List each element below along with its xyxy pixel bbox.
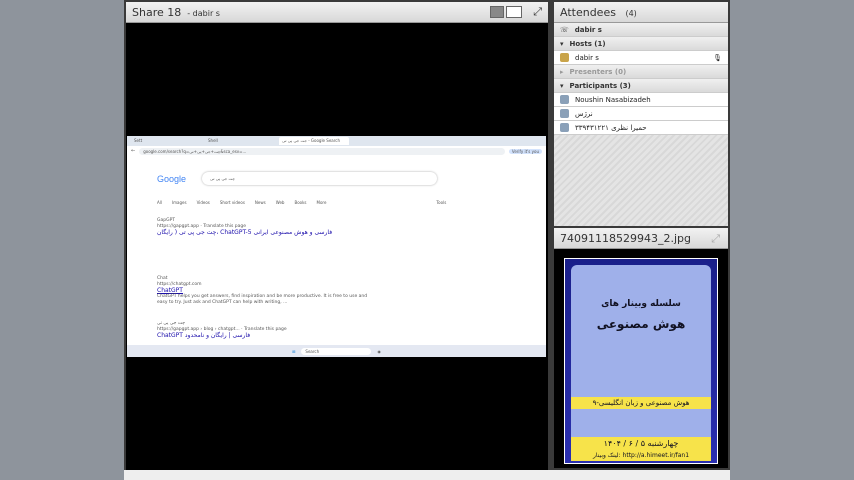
fullscreen-icon[interactable]: ⤢	[533, 5, 542, 19]
actual-size-button[interactable]	[506, 6, 522, 18]
result-title: چت جی پی تی ( رایگان، ChatGPT-5 فارسی و …	[157, 229, 333, 236]
meeting-room: Share 18 - dabir s ⤢ Sett Shell جت جی پی …	[124, 0, 730, 480]
expand-icon: ▾	[560, 39, 564, 48]
attendee-row[interactable]: نرژس	[554, 107, 728, 121]
taskbar: ⊞ Search ◉	[127, 345, 546, 357]
verify-badge: Verify it's you	[508, 148, 542, 154]
google-logo: Google	[157, 174, 187, 184]
my-status[interactable]: ☏ dabir s	[554, 23, 728, 37]
attendees-pod: Attendees (4) ☏ dabir s ▾ Hosts (1) dabir …	[554, 2, 728, 226]
chrome-icon: ◉	[377, 348, 381, 354]
share-pod-header: Share 18 - dabir s ⤢	[126, 2, 548, 23]
browser-tab: Shell	[208, 138, 218, 143]
my-name: dabir s	[574, 25, 602, 34]
search-tab: Short videos	[219, 200, 245, 205]
browser-tab: Sett	[134, 138, 143, 143]
participant-icon	[560, 95, 569, 104]
fit-view-button[interactable]	[490, 6, 504, 18]
attendee-row[interactable]: Noushin Nasabizadeh	[554, 93, 728, 107]
shared-screen: Sett Shell جت جی پی تی - Google Search ←…	[127, 136, 546, 357]
attendee-row[interactable]: ۳۳۹۴۳۱۲۲۱ حمیرا نظری	[554, 121, 728, 135]
address-bar: google.com/search?q=چت+جی+پی+تی&sca_esv=…	[139, 147, 505, 155]
search-tab: Web	[275, 200, 285, 205]
participant-icon	[560, 109, 569, 118]
search-tab: Videos	[196, 200, 210, 205]
attendees-count: (4)	[625, 9, 637, 18]
presenter-name: - dabir s	[187, 9, 220, 18]
search-tab: Tools	[436, 200, 447, 205]
poster-highlight: ۹-هوش مصنوعی و زبان انگلیسی	[571, 397, 711, 409]
poster-link: لینک وبینار: http://a.himeet.ir/fan1	[571, 450, 711, 461]
webinar-poster: سلسله وبینار های هوش مصنوعی ۹-هوش مصنوعی…	[564, 258, 718, 464]
participants-group[interactable]: ▾ Participants (3)	[554, 79, 728, 93]
presenters-label: Presenters (0)	[569, 67, 627, 76]
file-pod-header: 74091118529943_2.jpg ⤢	[554, 228, 728, 249]
google-search-box: چت جی پی تی	[202, 172, 437, 185]
result-snippet: ChatGPT helps you get answers, find insp…	[157, 294, 368, 305]
browser-tab-active: جت جی پی تی - Google Search	[279, 137, 349, 145]
attendee-name: ۳۳۹۴۳۱۲۲۱ حمیرا نظری	[575, 123, 647, 132]
poster-date: چهارشنبه ۵ / ۶ / ۱۴۰۴	[571, 437, 711, 450]
back-icon: ←	[131, 148, 136, 154]
attendees-header: Attendees (4)	[554, 2, 728, 23]
fullscreen-icon[interactable]: ⤢	[711, 232, 720, 246]
attendees-title: Attendees	[560, 6, 616, 19]
search-result: Chat https://chatgpt.com ChatGPT ChatGPT…	[157, 276, 377, 306]
hosts-label: Hosts (1)	[569, 39, 606, 48]
file-pod: 74091118529943_2.jpg ⤢ سلسله وبینار های ه…	[554, 228, 728, 468]
attendee-name: نرژس	[575, 109, 593, 118]
translate-link: Translate this page	[243, 327, 287, 332]
search-result: GapGPT https://gapgpt.app · Translate th…	[157, 218, 333, 236]
bottom-bar	[124, 470, 730, 480]
result-title: ChatGPT فارسی | رایگان و نامحدود	[157, 332, 251, 339]
search-tab: More	[316, 200, 327, 205]
file-name: 74091118529943_2.jpg	[560, 232, 691, 245]
taskbar-search: Search	[301, 347, 372, 355]
poster-title: هوش مصنوعی	[596, 317, 686, 331]
poster-subtitle: سلسله وبینار های	[601, 299, 681, 309]
microphone-icon: 🎙	[713, 53, 722, 62]
share-pod: Share 18 - dabir s ⤢ Sett Shell جت جی پی …	[126, 2, 548, 470]
search-tab: News	[254, 200, 266, 205]
attendee-name: dabir s	[575, 53, 599, 62]
search-tab: All	[157, 200, 162, 205]
host-icon	[560, 53, 569, 62]
attendee-name: Noushin Nasabizadeh	[575, 95, 651, 104]
participants-label: Participants (3)	[569, 81, 631, 90]
participant-icon	[560, 123, 569, 132]
search-tab: Books	[294, 200, 307, 205]
hosts-group[interactable]: ▾ Hosts (1)	[554, 37, 728, 51]
phone-icon: ☏	[560, 25, 569, 34]
search-tab: Images	[171, 200, 187, 205]
collapsed-icon: ▸	[560, 67, 564, 76]
search-result: چت جی پی تی https://gapgpt.app › blog › …	[157, 321, 287, 339]
windows-icon: ⊞	[292, 348, 296, 354]
attendee-row[interactable]: dabir s 🎙	[554, 51, 728, 65]
expand-icon: ▾	[560, 81, 564, 90]
share-title: Share 18	[132, 6, 182, 19]
presenters-group[interactable]: ▸ Presenters (0)	[554, 65, 728, 79]
